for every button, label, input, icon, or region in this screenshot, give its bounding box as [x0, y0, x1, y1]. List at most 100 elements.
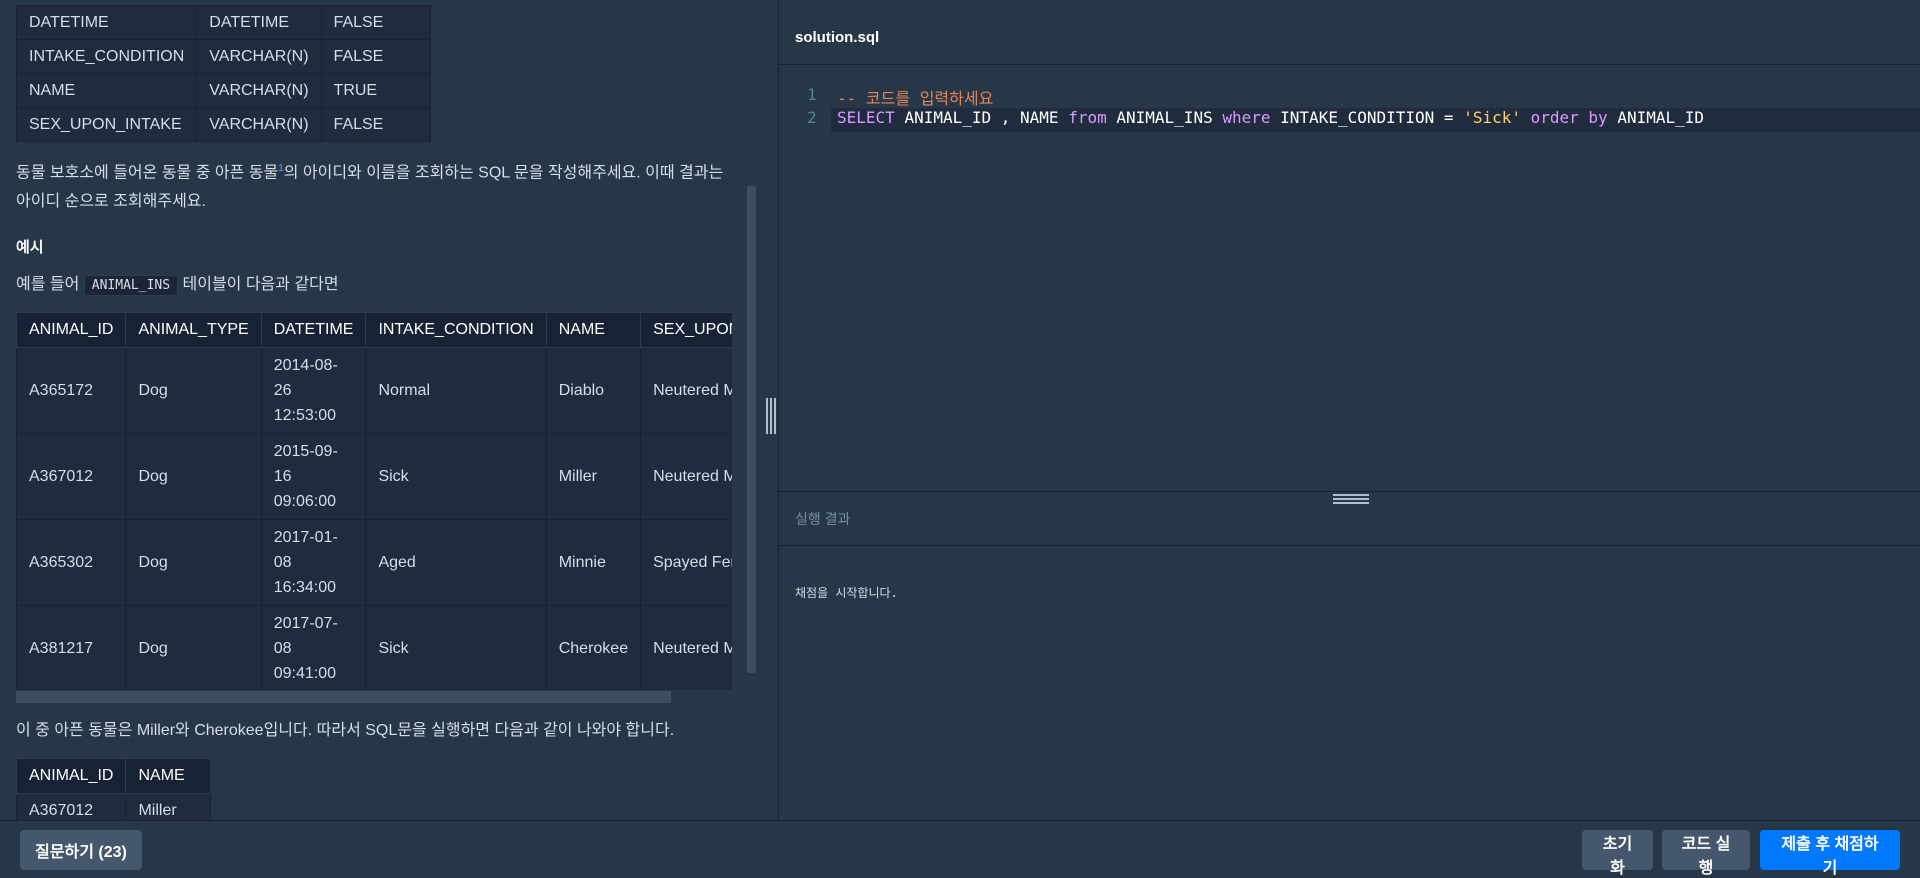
file-tab[interactable]: solution.sql — [779, 11, 1920, 65]
run-code-button[interactable]: 코드 실행 — [1662, 830, 1750, 877]
table-header-row: ANIMAL_ID ANIMAL_TYPE DATETIME INTAKE_CO… — [16, 312, 732, 348]
splitter-grip — [1333, 494, 1369, 496]
table-row: INTAKE_CONDITION VARCHAR(N) FALSE — [15, 39, 431, 74]
problem-text: 의 아이디와 이름을 조회하는 SQL 문을 작성해주세요. 이때 결과는 — [283, 164, 724, 182]
schema-cell: NAME — [15, 73, 198, 108]
table-cell: Sick — [365, 433, 547, 520]
schema-cell: FALSE — [320, 39, 431, 74]
datetime-day-part: 26 — [273, 382, 292, 399]
submit-grade-button[interactable]: 제출 후 채점하기 — [1760, 830, 1900, 877]
table-cell: Spayed Fem — [640, 519, 732, 606]
example-intro: 예를 들어 ANIMAL_INS 테이블이 다음과 같다면 — [16, 270, 736, 300]
table-cell: 2015-09- 16 09:06:00 — [260, 433, 367, 520]
sql-identifier: ANIMAL_ID — [1617, 108, 1705, 127]
sql-keyword: SELECT — [837, 108, 895, 127]
example-heading: 예시 — [16, 239, 44, 256]
horizontal-scrollbar[interactable] — [16, 691, 671, 703]
line-number: 2 — [807, 108, 817, 127]
table-cell: Dog — [125, 347, 262, 434]
schema-cell: DATETIME — [196, 5, 322, 40]
problem-description-panel[interactable]: DATETIME DATETIME FALSE INTAKE_CONDITION… — [0, 0, 779, 820]
schema-cell: VARCHAR(N) — [196, 39, 322, 74]
datetime-date-part: 2015-09- — [273, 443, 338, 460]
conclusion-text: 이 중 아픈 동물은 Miller와 Cherokee입니다. 따라서 SQL문… — [16, 722, 675, 739]
code-comment: -- 코드를 입력하세요 — [837, 89, 994, 108]
datetime-time-part: 09:06:00 — [273, 493, 337, 510]
example-intro-text: 예를 들어 — [16, 276, 80, 293]
table-cell: Minnie — [545, 519, 642, 606]
datetime-time-part: 12:53:00 — [273, 407, 337, 424]
vertical-scrollbar[interactable] — [747, 186, 756, 673]
reset-button[interactable]: 초기화 — [1582, 830, 1653, 877]
table-cell: Miller — [545, 433, 642, 520]
schema-cell: INTAKE_CONDITION — [15, 39, 198, 74]
datetime-time-part: 09:41:00 — [273, 665, 337, 682]
table-row: A365172 Dog 2014-08- 26 12:53:00 Normal Di… — [16, 347, 732, 434]
sql-identifier: ANIMAL_ID , NAME — [904, 108, 1059, 127]
sql-keyword: where — [1222, 108, 1271, 127]
datetime-day-part: 08 — [273, 640, 292, 657]
table-header-row: ANIMAL_ID NAME — [15, 758, 212, 794]
splitter-grip — [1333, 498, 1369, 500]
schema-cell: VARCHAR(N) — [196, 73, 322, 108]
table-row: A365302 Dog 2017-01- 08 16:34:00 Aged Minn… — [16, 519, 732, 606]
table-row: A381217 Dog 2017-07- 08 09:41:00 Sick Cher… — [16, 605, 732, 690]
horizontal-pane-splitter[interactable] — [1333, 494, 1369, 504]
column-header: NAME — [545, 312, 642, 348]
column-header: ANIMAL_ID — [16, 312, 127, 348]
sql-keyword: order by — [1530, 108, 1608, 127]
table-cell: Sick — [365, 605, 547, 690]
table-cell: Dog — [125, 605, 262, 690]
table-row: A367012 Dog 2015-09- 16 09:06:00 Sick Mill… — [16, 433, 732, 520]
schema-cell: DATETIME — [15, 5, 198, 40]
schema-cell: VARCHAR(N) — [196, 107, 322, 142]
code-line: SELECT ANIMAL_ID , NAME from ANIMAL_INS … — [837, 108, 1704, 127]
schema-cell: FALSE — [320, 5, 431, 40]
table-row: NAME VARCHAR(N) TRUE — [15, 73, 431, 108]
table-cell: Dog — [125, 519, 262, 606]
table-cell: Dog — [125, 433, 262, 520]
example-table: ANIMAL_ID ANIMAL_TYPE DATETIME INTAKE_CO… — [16, 312, 732, 690]
line-number: 1 — [807, 85, 817, 104]
datetime-time-part: 16:34:00 — [273, 579, 337, 596]
table-cell: A365302 — [16, 519, 127, 606]
table-cell: Diablo — [545, 347, 642, 434]
table-cell: Normal — [365, 347, 547, 434]
bottom-action-bar: 질문하기 (23) 초기화 코드 실행 제출 후 채점하기 — [0, 820, 1920, 877]
result-output: 채점을 시작합니다. — [795, 586, 898, 600]
ask-question-button[interactable]: 질문하기 (23) — [20, 830, 142, 870]
datetime-date-part: 2014-08- — [273, 357, 338, 374]
editor-panel: solution.sql 1 2 -- 코드를 입력하세요 SELECT ANI… — [779, 0, 1920, 820]
table-cell: 2014-08- 26 12:53:00 — [260, 347, 367, 434]
schema-cell: FALSE — [320, 107, 431, 142]
schema-cell: SEX_UPON_INTAKE — [15, 107, 198, 142]
table-cell: Aged — [365, 519, 547, 606]
table-row: DATETIME DATETIME FALSE — [15, 5, 431, 40]
datetime-day-part: 16 — [273, 468, 292, 485]
column-header: SEX_UPON_ — [640, 312, 732, 348]
problem-text: 아이디 순으로 조회해주세요. — [16, 193, 206, 211]
sql-keyword: from — [1068, 108, 1107, 127]
datetime-date-part: 2017-07- — [273, 615, 338, 632]
column-header: ANIMAL_TYPE — [125, 312, 262, 348]
code-editor[interactable]: 1 2 -- 코드를 입력하세요 SELECT ANIMAL_ID , NAME… — [779, 65, 1920, 490]
vertical-pane-splitter[interactable] — [766, 398, 776, 434]
table-cell: A367012 — [16, 433, 127, 520]
table-row: SEX_UPON_INTAKE VARCHAR(N) FALSE — [15, 107, 431, 142]
problem-text: 동물 보호소에 들어온 동물 중 아픈 동물 — [16, 164, 279, 182]
splitter-grip — [774, 398, 776, 434]
column-header: DATETIME — [260, 312, 367, 348]
problem-statement: 동물 보호소에 들어온 동물 중 아픈 동물1의 아이디와 이름을 조회하는 S… — [16, 154, 736, 216]
inline-code-table-name: ANIMAL_INS — [83, 275, 179, 296]
table-cell: 2017-01- 08 16:34:00 — [260, 519, 367, 606]
splitter-grip — [766, 398, 768, 434]
example-table-scroll[interactable]: ANIMAL_ID ANIMAL_TYPE DATETIME INTAKE_CO… — [16, 312, 732, 690]
splitter-grip — [770, 398, 772, 434]
table-cell: Neutered M — [640, 347, 732, 434]
datetime-date-part: 2017-01- — [273, 529, 338, 546]
table-cell: 2017-07- 08 09:41:00 — [260, 605, 367, 690]
schema-table: DATETIME DATETIME FALSE INTAKE_CONDITION… — [15, 5, 431, 142]
sql-string: 'Sick' — [1463, 108, 1521, 127]
expected-result-table: ANIMAL_ID NAME A367012 Miller — [15, 758, 212, 820]
table-cell: A365172 — [16, 347, 127, 434]
